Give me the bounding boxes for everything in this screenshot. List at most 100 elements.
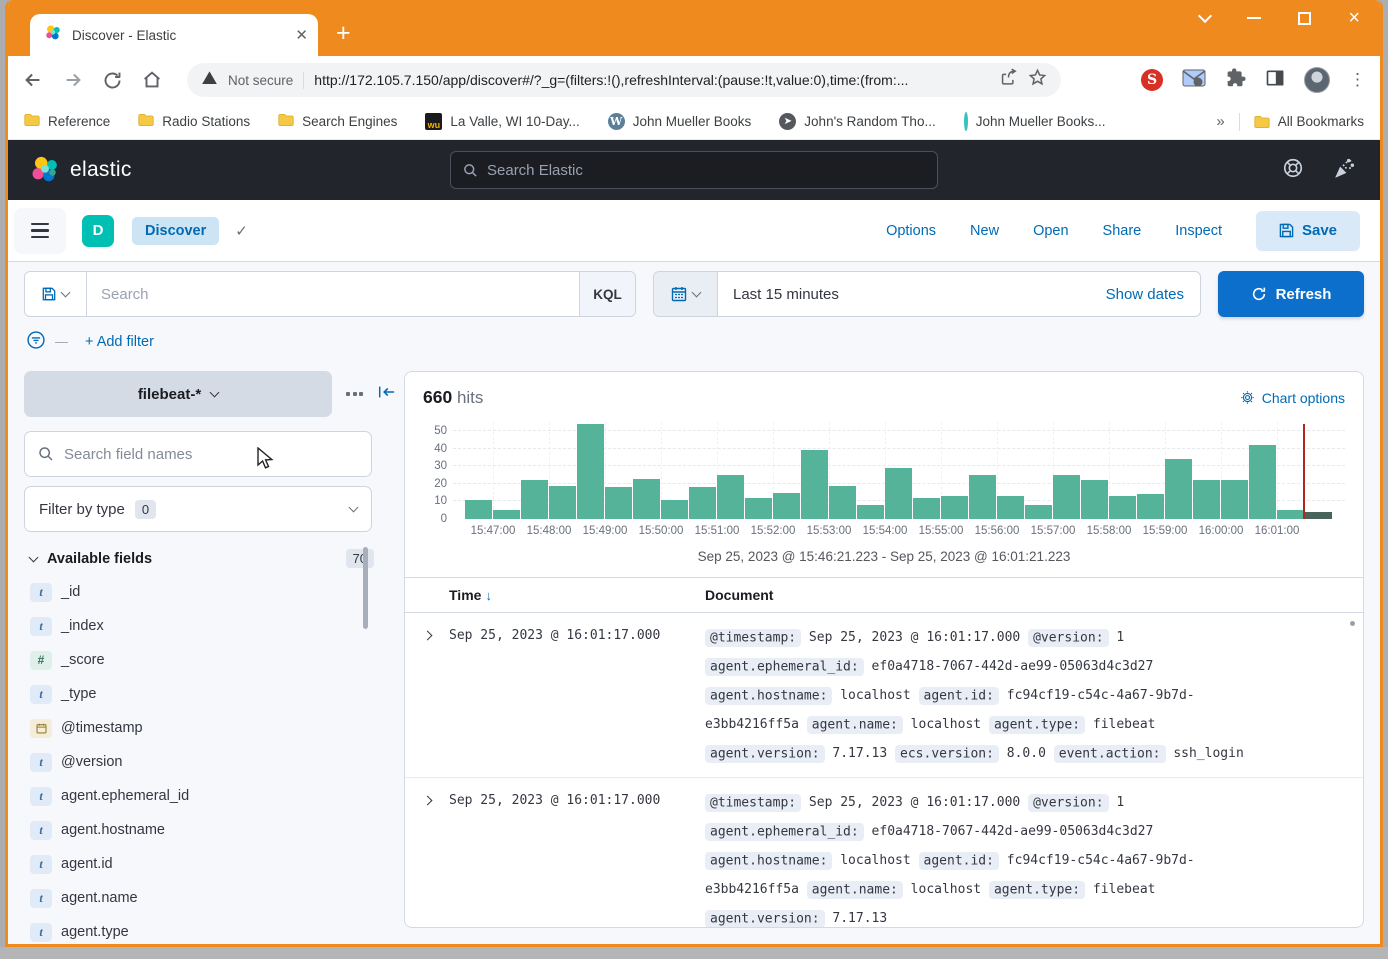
histogram-bar[interactable] <box>941 496 968 519</box>
filter-icon[interactable] <box>26 330 46 355</box>
tab-close-icon[interactable]: ✕ <box>295 26 308 44</box>
field-name-badge[interactable]: agent.name: <box>807 881 903 899</box>
address-bar[interactable]: Not secure http://172.105.7.150/app/disc… <box>187 63 1061 97</box>
field-search-input[interactable]: Search field names <box>24 431 372 477</box>
nav-link-new[interactable]: New <box>970 223 999 239</box>
hamburger-menu-button[interactable] <box>14 208 66 254</box>
field-name-badge[interactable]: agent.name: <box>807 716 903 734</box>
browser-tab[interactable]: Discover - Elastic ✕ <box>30 14 318 56</box>
global-search-input[interactable]: Search Elastic <box>450 151 938 189</box>
histogram-bar[interactable] <box>1221 480 1248 519</box>
nav-link-options[interactable]: Options <box>886 223 936 239</box>
all-bookmarks-button[interactable]: All Bookmarks <box>1254 114 1364 129</box>
saved-queries-button[interactable] <box>25 272 87 316</box>
minimize-button[interactable] <box>1247 17 1261 19</box>
histogram-bar[interactable] <box>633 479 660 519</box>
field-name-badge[interactable]: agent.version: <box>705 745 825 763</box>
time-column-header[interactable]: Time↓ <box>449 587 705 603</box>
bookmark-item[interactable]: ➤ John's Random Tho... <box>779 113 935 130</box>
reload-button[interactable] <box>102 70 123 91</box>
field-name-badge[interactable]: agent.type: <box>989 881 1085 899</box>
histogram-bar[interactable] <box>1081 480 1108 519</box>
field-name-badge[interactable]: @timestamp: <box>705 629 801 647</box>
fields-scrollbar[interactable] <box>363 547 368 629</box>
time-range-value[interactable]: Last 15 minutes <box>718 272 1106 316</box>
histogram-chart[interactable]: 01020304050 15:47:0015:48:0015:49:0015:5… <box>417 422 1345 541</box>
histogram-bar[interactable] <box>885 468 912 519</box>
bookmark-item[interactable]: W John Mueller Books <box>608 113 752 130</box>
histogram-bar[interactable] <box>1165 459 1192 519</box>
field-item[interactable]: tagent.id <box>30 850 376 878</box>
histogram-bar[interactable] <box>577 424 604 519</box>
nav-link-open[interactable]: Open <box>1033 223 1068 239</box>
histogram-bars[interactable] <box>465 424 1333 519</box>
histogram-bar[interactable] <box>913 498 940 519</box>
histogram-bar[interactable] <box>1193 480 1220 519</box>
bookmarks-overflow-chevron[interactable]: » <box>1216 113 1224 130</box>
share-icon[interactable] <box>999 68 1018 92</box>
add-filter-button[interactable]: + Add filter <box>85 334 154 350</box>
field-item[interactable]: t_type <box>30 680 376 708</box>
field-name-badge[interactable]: @timestamp: <box>705 794 801 812</box>
url-text[interactable]: http://172.105.7.150/app/discover#/?_g=(… <box>314 72 989 88</box>
histogram-bar[interactable] <box>1277 510 1304 519</box>
histogram-bar[interactable] <box>521 480 548 519</box>
field-name-badge[interactable]: agent.hostname: <box>705 852 832 870</box>
index-pattern-selector[interactable]: filebeat-* <box>24 371 332 417</box>
filter-by-type-dropdown[interactable]: Filter by type 0 <box>24 486 372 532</box>
histogram-bar[interactable] <box>493 510 520 519</box>
back-button[interactable] <box>22 69 44 91</box>
field-name-badge[interactable]: agent.hostname: <box>705 687 832 705</box>
show-dates-button[interactable]: Show dates <box>1106 272 1200 316</box>
field-name-badge[interactable]: event.action: <box>1054 745 1166 763</box>
query-search-input[interactable]: Search <box>87 272 579 316</box>
field-name-badge[interactable]: agent.type: <box>989 716 1085 734</box>
elastic-logo[interactable]: elastic <box>30 155 132 185</box>
field-item[interactable]: tagent.type <box>30 918 376 946</box>
histogram-bar[interactable] <box>1305 512 1332 519</box>
available-fields-header[interactable]: Available fields 70 <box>24 549 376 568</box>
browser-menu-icon[interactable]: ⋮ <box>1349 70 1366 90</box>
field-item[interactable]: tagent.ephemeral_id <box>30 782 376 810</box>
field-item[interactable]: t@version <box>30 748 376 776</box>
field-name-badge[interactable]: agent.ephemeral_id: <box>705 658 864 676</box>
bookmark-item[interactable]: Search Engines <box>278 113 397 130</box>
field-item[interactable]: tagent.name <box>30 884 376 912</box>
histogram-bar[interactable] <box>829 486 856 519</box>
nav-link-share[interactable]: Share <box>1103 223 1142 239</box>
maximize-button[interactable] <box>1298 12 1311 25</box>
field-name-badge[interactable]: ecs.version: <box>895 745 999 763</box>
space-avatar[interactable]: D <box>82 215 114 247</box>
refresh-button[interactable]: Refresh <box>1218 271 1364 317</box>
field-name-badge[interactable]: agent.id: <box>919 687 999 705</box>
extension-mail-icon[interactable] <box>1182 68 1206 93</box>
histogram-bar[interactable] <box>997 496 1024 519</box>
side-panel-icon[interactable] <box>1265 68 1285 93</box>
field-name-badge[interactable]: agent.ephemeral_id: <box>705 823 864 841</box>
field-item[interactable]: #_score <box>30 646 376 674</box>
collapse-sidebar-icon[interactable] <box>377 384 395 405</box>
field-item[interactable]: t_index <box>30 612 376 640</box>
histogram-bar[interactable] <box>1109 496 1136 519</box>
histogram-bar[interactable] <box>969 475 996 519</box>
field-name-badge[interactable]: @version: <box>1028 794 1108 812</box>
nav-link-inspect[interactable]: Inspect <box>1175 223 1222 239</box>
bookmark-item[interactable]: wu La Valle, WI 10-Day... <box>425 113 579 130</box>
histogram-bar[interactable] <box>549 486 576 519</box>
breadcrumb[interactable]: Discover <box>132 217 219 245</box>
histogram-bar[interactable] <box>689 487 716 519</box>
forward-button[interactable] <box>62 69 84 91</box>
histogram-bar[interactable] <box>1053 475 1080 519</box>
chart-options-button[interactable]: Chart options <box>1240 390 1345 406</box>
close-window-button[interactable]: × <box>1348 8 1360 28</box>
profile-avatar[interactable] <box>1304 67 1330 93</box>
bookmark-item[interactable]: John Mueller Books... <box>964 114 1106 129</box>
save-button[interactable]: Save <box>1256 211 1360 251</box>
field-options-icon[interactable] <box>346 392 363 396</box>
extension-red-s-icon[interactable]: S <box>1141 69 1163 91</box>
histogram-bar[interactable] <box>661 500 688 519</box>
histogram-bar[interactable] <box>717 475 744 519</box>
not-secure-warning-icon[interactable] <box>201 70 218 91</box>
histogram-bar[interactable] <box>773 493 800 519</box>
field-item[interactable]: @timestamp <box>30 714 376 742</box>
